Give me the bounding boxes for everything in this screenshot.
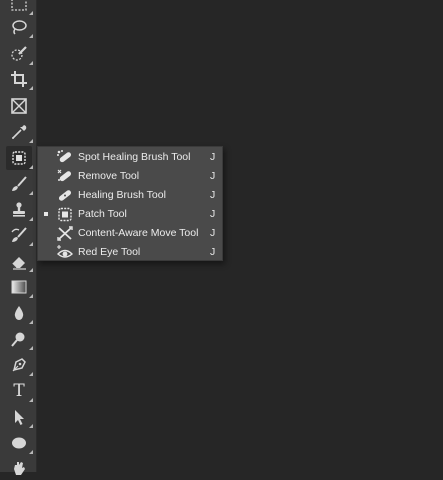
type-icon: T: [13, 381, 25, 401]
selected-indicator: [44, 212, 48, 216]
menu-item-label: Red Eye Tool: [78, 246, 141, 258]
quick-selection-icon: [11, 46, 27, 61]
eraser-tool[interactable]: [6, 249, 33, 273]
red-eye-icon: [56, 244, 74, 261]
content-aware-move-icon: [56, 225, 74, 242]
brush-tool[interactable]: [6, 172, 33, 196]
gradient-icon: [11, 280, 27, 294]
hand-icon: [14, 462, 25, 475]
menu-item-content-aware-move-tool[interactable]: Content-Aware Move Tool J: [38, 224, 222, 243]
tools-panel: T: [0, 0, 37, 475]
frame-icon: [11, 98, 27, 114]
history-brush-tool[interactable]: [6, 223, 33, 247]
quick-selection-tool[interactable]: [6, 42, 33, 66]
path-selection-tool[interactable]: [6, 405, 33, 429]
remove-tool-icon: [56, 168, 74, 185]
menu-item-label: Healing Brush Tool: [78, 189, 166, 201]
ellipse-tool[interactable]: [6, 431, 33, 455]
clone-stamp-tool[interactable]: [6, 198, 33, 222]
pen-tool[interactable]: [6, 353, 33, 377]
menu-item-shortcut: J: [210, 227, 216, 239]
patch-icon: [12, 151, 26, 165]
healing-brush-icon: [56, 187, 74, 204]
menu-item-label: Patch Tool: [78, 208, 127, 220]
spot-healing-brush-icon: [56, 149, 74, 166]
menu-item-red-eye-tool[interactable]: Red Eye Tool J: [38, 243, 222, 262]
menu-item-label: Remove Tool: [78, 170, 140, 182]
pen-icon: [12, 358, 26, 372]
menu-item-healing-brush-tool[interactable]: Healing Brush Tool J: [38, 186, 222, 205]
menu-item-remove-tool[interactable]: Remove Tool J: [38, 167, 222, 186]
crop-icon: [11, 71, 27, 87]
menu-item-shortcut: J: [210, 170, 216, 182]
lasso-tool[interactable]: [6, 15, 33, 39]
patch-tool[interactable]: [6, 146, 33, 170]
healing-tools-flyout-menu: Spot Healing Brush Tool J Remove Tool J …: [37, 146, 223, 261]
hand-tool[interactable]: [6, 456, 32, 480]
eyedropper-icon: [12, 125, 27, 139]
menu-item-label: Spot Healing Brush Tool: [78, 151, 191, 163]
dodge-tool[interactable]: [6, 327, 33, 351]
rectangular-marquee-tool[interactable]: [6, 0, 33, 16]
patch-icon: [56, 206, 74, 223]
type-tool[interactable]: T: [6, 379, 33, 403]
eraser-icon: [11, 257, 26, 270]
lasso-icon: [12, 20, 27, 35]
menu-item-shortcut: J: [210, 189, 216, 201]
menu-item-label: Content-Aware Move Tool: [78, 227, 199, 239]
arrow-icon: [15, 410, 24, 425]
menu-item-shortcut: J: [210, 208, 216, 220]
menu-item-shortcut: J: [210, 246, 216, 258]
history-brush-icon: [11, 227, 27, 242]
menu-item-spot-healing-brush-tool[interactable]: Spot Healing Brush Tool J: [38, 148, 222, 167]
gradient-tool[interactable]: [6, 275, 33, 299]
blur-tool[interactable]: [6, 301, 33, 325]
ellipse-icon: [12, 437, 26, 449]
dodge-icon: [11, 332, 25, 347]
brush-icon: [12, 176, 27, 191]
crop-tool[interactable]: [6, 67, 33, 91]
marquee-icon: [11, 0, 27, 11]
eyedropper-tool[interactable]: [6, 120, 33, 144]
frame-tool[interactable]: [6, 94, 32, 118]
menu-item-patch-tool[interactable]: Patch Tool J: [38, 205, 222, 224]
blur-drop-icon: [14, 306, 24, 320]
menu-item-shortcut: J: [210, 151, 216, 163]
stamp-icon: [13, 202, 25, 217]
